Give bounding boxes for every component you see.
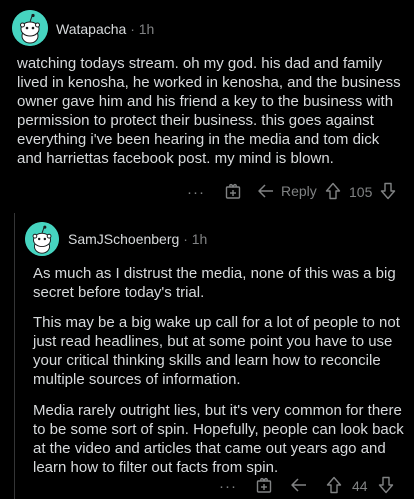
more-dots-icon: ··· — [187, 183, 205, 201]
vote-score: 44 — [352, 478, 368, 494]
reply-arrow-icon — [291, 478, 306, 492]
downvote-arrow-icon — [380, 182, 396, 200]
snoo-avatar-icon — [25, 222, 59, 256]
award-button[interactable] — [224, 182, 242, 200]
thread-line[interactable] — [14, 213, 15, 499]
more-options-button[interactable]: ··· — [219, 477, 237, 495]
reply-label: Reply — [281, 183, 317, 199]
reply-button[interactable]: Reply — [257, 182, 317, 200]
upvote-button[interactable] — [326, 476, 342, 494]
snoo-avatar-icon — [12, 10, 48, 46]
downvote-button[interactable] — [380, 182, 396, 200]
upvote-arrow-icon — [326, 476, 342, 494]
downvote-button[interactable] — [378, 476, 394, 494]
meta-separator: · — [130, 21, 135, 37]
award-gift-icon — [225, 183, 241, 199]
vote-score: 105 — [349, 184, 373, 200]
more-dots-icon: ··· — [219, 477, 237, 495]
upvote-button[interactable] — [325, 182, 341, 200]
comment-paragraph-3: Media rarely outright lies, but it's ver… — [33, 402, 404, 476]
comment-paragraph-2: This may be a big wake up call for a lot… — [33, 314, 400, 388]
username[interactable]: SamJSchoenberg — [68, 231, 179, 247]
upvote-arrow-icon — [325, 182, 341, 200]
timestamp: 1h — [138, 21, 155, 37]
comment-author[interactable]: SamJSchoenberg · 1h — [68, 231, 207, 247]
vote-count: 44 — [352, 478, 368, 494]
comment-author[interactable]: Watapacha · 1h — [56, 21, 154, 37]
comment-body: watching todays stream. oh my god. his d… — [17, 55, 401, 167]
award-gift-icon — [256, 477, 272, 493]
meta-separator: · — [183, 231, 188, 247]
more-options-button[interactable]: ··· — [187, 183, 205, 201]
user-avatar[interactable] — [12, 10, 48, 46]
award-button[interactable] — [255, 476, 273, 494]
user-avatar[interactable] — [25, 222, 59, 256]
reply-button[interactable] — [290, 476, 308, 494]
reply-arrow-icon — [258, 184, 273, 198]
comment-paragraph-1: As much as I distrust the media, none of… — [33, 265, 396, 301]
timestamp: 1h — [191, 231, 208, 247]
downvote-arrow-icon — [378, 476, 394, 494]
username[interactable]: Watapacha — [56, 21, 126, 37]
vote-count: 105 — [349, 184, 372, 200]
